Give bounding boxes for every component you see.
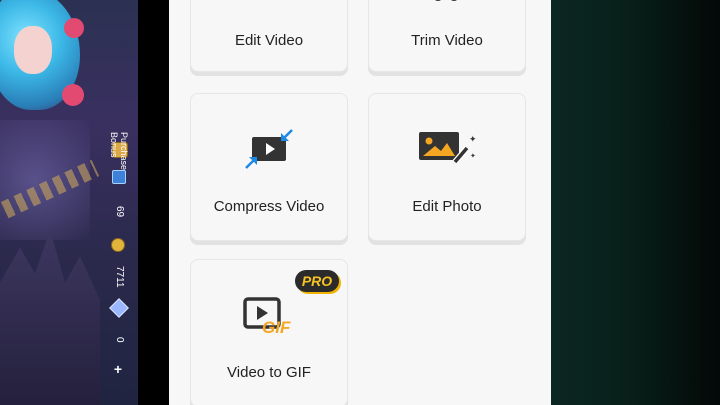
add-currency-button[interactable]: +: [111, 362, 125, 376]
diamond-count: 0: [104, 332, 134, 348]
svg-text:✦: ✦: [470, 152, 476, 160]
svg-text:✦: ✦: [469, 135, 477, 145]
video-to-gif-icon: GIF: [243, 297, 291, 336]
compress-video-label: Compress Video: [213, 198, 325, 215]
scissors-icon: [433, 0, 463, 1]
edit-photo-label: Edit Photo: [412, 198, 482, 215]
diamond-value: 0: [114, 337, 125, 343]
svg-text:GIF: GIF: [262, 318, 291, 336]
character-ornament: [62, 84, 84, 106]
compress-video-icon: [245, 129, 293, 169]
edit-photo-card[interactable]: ✦ ✦ Edit Photo: [368, 93, 526, 241]
ticket-icon: [112, 170, 126, 184]
pro-badge: PRO: [295, 270, 339, 292]
compress-video-card[interactable]: Compress Video: [190, 93, 348, 241]
gold-value: 7711: [114, 266, 125, 288]
video-to-gif-label: Video to GIF: [227, 364, 311, 381]
gold-coin-icon: [111, 238, 125, 252]
character-ornament: [64, 18, 84, 38]
video-tools-panel: Edit Video Trim Video Compress Video ✦ ✦: [169, 0, 551, 405]
video-to-gif-card[interactable]: PRO GIF Video to GIF: [190, 259, 348, 405]
edit-video-label: Edit Video: [234, 32, 304, 49]
tickets-count: 69: [104, 200, 134, 224]
black-gap: [138, 0, 169, 405]
tickets-value: 69: [114, 206, 125, 218]
character-face: [14, 26, 52, 74]
trim-video-card[interactable]: Trim Video: [368, 0, 526, 72]
gold-count: 7711: [104, 260, 134, 294]
edit-photo-icon: ✦ ✦: [419, 132, 477, 164]
edit-video-card[interactable]: Edit Video: [190, 0, 348, 72]
trim-video-label: Trim Video: [411, 32, 483, 49]
dark-background: [551, 0, 720, 405]
castle-silhouette: [0, 230, 100, 405]
